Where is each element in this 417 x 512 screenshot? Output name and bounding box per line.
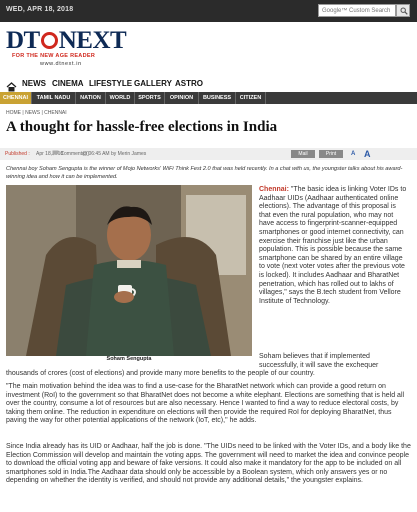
subnav-tamil-nadu[interactable]: TAMIL NADU <box>32 92 76 104</box>
dateline: Chennai: <box>259 186 289 193</box>
article-paragraph-3: "The main motivation behind the idea was… <box>6 383 405 425</box>
article-paragraph-2b: thousands of crores (cost of elections) … <box>6 370 315 377</box>
top-bar: WED, APR 18, 2018 Google™ Custom Search <box>0 0 417 22</box>
article-paragraph-2a: Soham believes that if implemented succe… <box>259 353 379 369</box>
site-tagline: FOR THE NEW AGE READER <box>12 53 96 59</box>
breadcrumb[interactable]: HOME | NEWS | CHENNAI <box>6 110 67 116</box>
article-title: A thought for hassle-free elections in I… <box>6 119 278 135</box>
article-side-text: Chennai: "The basic idea is linking Vote… <box>259 186 409 306</box>
logo-text-dt: DT <box>6 27 40 54</box>
nav-astro[interactable]: ASTRO <box>175 79 203 88</box>
nav-lifestyle[interactable]: LIFESTYLE <box>89 79 132 88</box>
site-logo[interactable]: DT NEXT <box>6 27 127 54</box>
comments-link[interactable]: Comments () <box>52 150 89 157</box>
article-author: @ 06:45 AM by Merin James <box>82 151 147 157</box>
current-date: WED, APR 18, 2018 <box>6 6 74 13</box>
subnav-sports[interactable]: SPORTS <box>135 92 165 104</box>
font-increase-button[interactable]: A <box>364 149 371 159</box>
comment-icon <box>52 150 59 156</box>
photo-illustration <box>6 185 252 356</box>
article-photo <box>6 185 252 356</box>
search-input[interactable]: Google™ Custom Search <box>318 4 396 17</box>
subnav-chennai[interactable]: CHENNAI <box>0 92 32 104</box>
subnav-business[interactable]: BUSINESS <box>199 92 236 104</box>
mail-button[interactable]: Mail <box>291 150 315 158</box>
nav-cinema[interactable]: CINEMA <box>52 79 84 88</box>
subnav-citizen[interactable]: CITIZEN <box>236 92 266 104</box>
search-button[interactable] <box>396 4 410 17</box>
logo-gear-icon <box>40 32 58 49</box>
published-label: Published : <box>5 151 30 157</box>
nav-gallery[interactable]: GALLERY <box>134 79 172 88</box>
main-nav: NEWS CINEMA LIFESTYLE GALLERY ASTRO <box>0 77 417 92</box>
subnav-world[interactable]: WORLD <box>106 92 135 104</box>
font-decrease-button[interactable]: A <box>351 151 355 157</box>
side-text-body: "The basic idea is linking Voter IDs to … <box>259 186 407 305</box>
comments-count: Comments () <box>60 151 90 157</box>
photo-caption: Soham Sengupta <box>106 356 152 362</box>
search-icon <box>400 7 408 15</box>
print-button[interactable]: Print <box>319 150 343 158</box>
site-url: www.dtnext.in <box>40 61 82 67</box>
nav-news[interactable]: NEWS <box>22 79 46 88</box>
article-paragraph-4: Since India already has its UID or Aadha… <box>6 443 411 485</box>
subnav-opinion[interactable]: OPINION <box>165 92 199 104</box>
article-intro: Chennai boy Soham Sengupta is the winner… <box>6 166 403 180</box>
sub-nav: CHENNAI TAMIL NADU NATION WORLD SPORTS O… <box>0 92 417 104</box>
logo-text-next: NEXT <box>58 27 127 54</box>
subnav-nation[interactable]: NATION <box>76 92 106 104</box>
